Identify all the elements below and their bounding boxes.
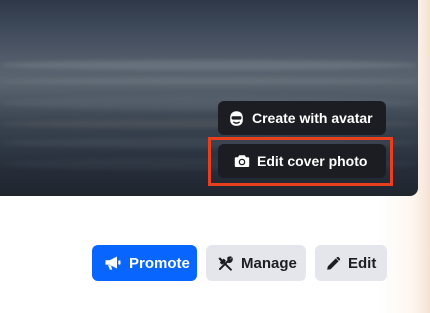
edit-label: Edit <box>348 254 377 272</box>
edit-cover-photo-button[interactable]: Edit cover photo <box>218 144 386 178</box>
create-with-avatar-button[interactable]: Create with avatar <box>218 101 386 135</box>
camera-icon <box>234 154 250 168</box>
cover-texture <box>0 60 418 70</box>
promote-button[interactable]: Promote <box>92 245 197 281</box>
edit-cover-photo-label: Edit cover photo <box>257 153 368 169</box>
edit-button[interactable]: Edit <box>315 245 387 281</box>
avatar-face-icon <box>228 110 245 127</box>
manage-label: Manage <box>241 254 297 272</box>
create-with-avatar-label: Create with avatar <box>252 110 373 126</box>
promote-label: Promote <box>129 254 190 272</box>
cover-texture <box>0 78 418 84</box>
pencil-icon <box>326 256 341 271</box>
megaphone-icon <box>104 255 122 271</box>
tools-icon <box>217 255 234 272</box>
manage-button[interactable]: Manage <box>206 245 306 281</box>
